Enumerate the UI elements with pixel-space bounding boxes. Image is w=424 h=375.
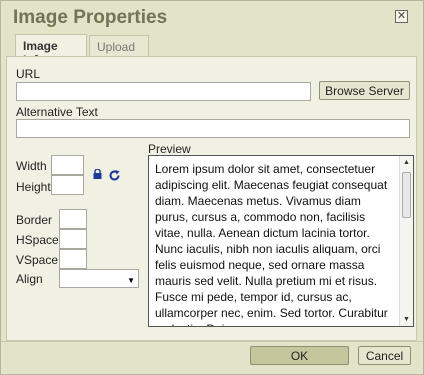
border-input[interactable] — [59, 209, 87, 229]
preview-scrollbar[interactable]: ▲ ▼ — [399, 156, 413, 326]
preview-text: Lorem ipsum dolor sit amet, consectetuer… — [155, 162, 388, 326]
tab-upload[interactable]: Upload — [89, 35, 149, 57]
alt-text-label: Alternative Text — [16, 105, 98, 119]
alt-text-input[interactable] — [16, 119, 410, 138]
browse-server-button[interactable]: Browse Server — [319, 81, 410, 100]
cancel-button[interactable]: Cancel — [358, 346, 411, 365]
scroll-thumb[interactable] — [402, 172, 411, 218]
image-properties-dialog: Image Properties ✕ Image Info Upload URL… — [0, 0, 424, 375]
height-label: Height — [16, 180, 51, 194]
border-label: Border — [16, 213, 53, 227]
scroll-up-icon[interactable]: ▲ — [403, 159, 410, 166]
reset-size-icon[interactable] — [108, 169, 121, 182]
preview-box: Lorem ipsum dolor sit amet, consectetuer… — [148, 155, 414, 327]
url-input[interactable] — [16, 82, 311, 101]
width-label: Width — [16, 159, 47, 173]
image-info-panel: URL Browse Server Alternative Text Width… — [6, 56, 417, 341]
hspace-label: HSpace — [16, 233, 59, 247]
footer-divider — [1, 341, 423, 342]
lock-icon[interactable] — [93, 169, 102, 179]
tab-image-info[interactable]: Image Info — [15, 34, 87, 67]
height-input[interactable] — [51, 175, 84, 195]
dialog-title: Image Properties — [13, 7, 168, 28]
vspace-input[interactable] — [59, 249, 87, 269]
vspace-label: VSpace — [16, 253, 59, 267]
width-input[interactable] — [51, 155, 84, 175]
align-select[interactable]: ▼ — [59, 269, 139, 288]
align-label: Align — [16, 272, 43, 286]
url-label: URL — [16, 67, 41, 81]
close-icon[interactable]: ✕ — [395, 10, 408, 23]
preview-label: Preview — [148, 142, 191, 156]
chevron-down-icon: ▼ — [127, 276, 135, 285]
ok-button[interactable]: OK — [250, 346, 349, 365]
hspace-input[interactable] — [59, 229, 87, 249]
scroll-down-icon[interactable]: ▼ — [403, 316, 410, 323]
